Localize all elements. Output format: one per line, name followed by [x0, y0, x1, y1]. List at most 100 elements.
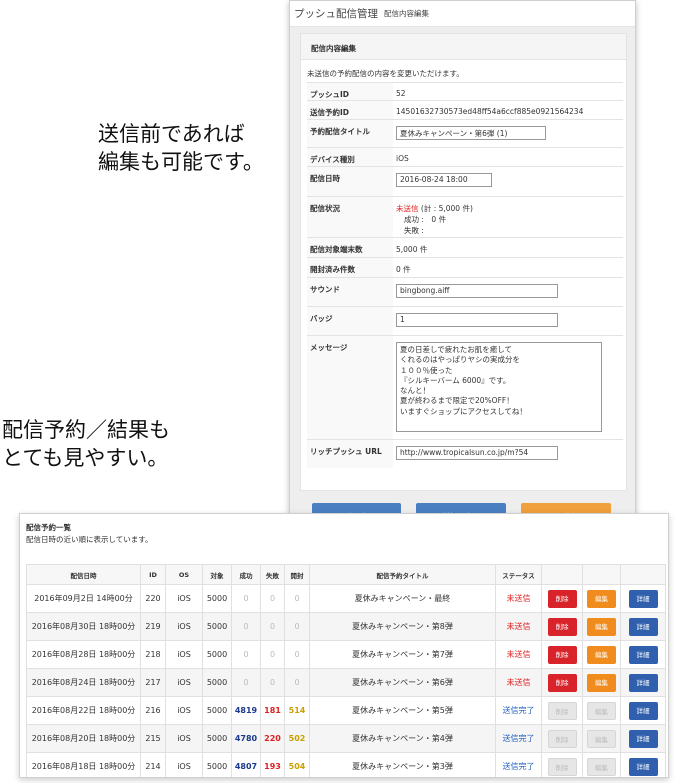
cell-os: iOS: [165, 724, 203, 753]
delete-button: 削除: [547, 757, 577, 776]
cell-action: 削除: [541, 668, 583, 697]
delete-button[interactable]: 削除: [547, 617, 577, 636]
detail-button[interactable]: 詳細: [628, 645, 658, 664]
table-row: 2016年08月22日 18時00分 216 iOS 5000 4819 181 514 夏休…: [26, 696, 666, 725]
cell-fail: 0: [260, 612, 285, 641]
table-row: 2016年08月24日 18時00分 217 iOS 5000 0 0 0 夏休みキャンペーン…: [26, 668, 666, 697]
cell-action: 削除: [541, 584, 583, 613]
list-window: 配信予約一覧 配信日時の近い順に表示しています。 配信日時 ID OS 対象 成…: [19, 513, 669, 778]
datetime-input[interactable]: 2016-08-24 18:00: [396, 173, 492, 187]
cell-success: 4819: [231, 696, 261, 725]
edit-button[interactable]: 編集: [587, 589, 616, 608]
cell-target: 5000: [202, 584, 232, 613]
detail-button[interactable]: 詳細: [628, 589, 658, 608]
cell-success: 4807: [231, 752, 261, 777]
message-line: １００％使った: [400, 365, 453, 375]
cell-action: 詳細: [620, 668, 666, 697]
cell-action: 詳細: [620, 724, 666, 753]
cell-action: 詳細: [620, 640, 666, 669]
cell-status: 未送信: [495, 612, 542, 641]
list-note: 配信日時の近い順に表示しています。: [26, 535, 153, 544]
push-title-input[interactable]: 夏休みキャンペーン・第6弾 (1): [396, 126, 546, 140]
cell-datetime: 2016年08月18日 18時00分: [26, 752, 141, 777]
cell-title: 夏休みキャンペーン・第7弾: [309, 640, 496, 669]
cell-status: 未送信: [495, 668, 542, 697]
cell-title: 夏休みキャンペーン・第5弾: [309, 696, 496, 725]
edit-window: プッシュ配信管理 配信内容編集 配信内容編集 未送信の予約配信の内容を変更いただ…: [289, 0, 636, 541]
edit-card: 配信内容編集 未送信の予約配信の内容を変更いただけます。 プッシュID 52 送…: [300, 33, 627, 491]
window-subtitle: 配信内容編集: [384, 9, 429, 18]
cell-os: iOS: [165, 640, 203, 669]
cell-fail: 0: [260, 640, 285, 669]
cell-fail: 0: [260, 668, 285, 697]
col-header: 成功: [231, 564, 261, 585]
label-datetime: 配信日時: [307, 166, 393, 197]
col-header: ID: [140, 564, 166, 585]
table-row: 2016年08月18日 18時00分 214 iOS 5000 4807 193 504 夏休…: [26, 752, 666, 777]
delete-button: 削除: [547, 729, 577, 748]
delete-button[interactable]: 削除: [547, 589, 577, 608]
message-line: いますぐショップにアクセスしてね！: [400, 406, 527, 416]
cell-action: 編集: [582, 612, 621, 641]
col-header: [582, 564, 621, 585]
message-textarea[interactable]: 夏の日差しで疲れたお肌を癒して くれるのはやっぱりヤシの実成分を １００％使った…: [396, 342, 602, 432]
cell-title: 夏休みキャンペーン・最終: [309, 584, 496, 613]
cell-action: 編集: [582, 640, 621, 669]
cell-open: 0: [284, 584, 310, 613]
value-opened: 0 件: [393, 257, 623, 278]
cell-action: 編集: [582, 724, 621, 753]
col-header: 対象: [202, 564, 232, 585]
edit-button[interactable]: 編集: [587, 645, 616, 664]
cell-fail: 181: [260, 696, 285, 725]
edit-button[interactable]: 編集: [587, 617, 616, 636]
cell-target: 5000: [202, 640, 232, 669]
label-rich-url: リッチプッシュ URL: [307, 439, 393, 468]
rich-url-input[interactable]: http://www.tropicalsun.co.jp/m?54: [396, 446, 558, 460]
cell-datetime: 2016年08月30日 18時00分: [26, 612, 141, 641]
table-row: 2016年09月2日 14時00分 220 iOS 5000 0 0 0 夏休みキャンペーン・…: [26, 584, 666, 613]
cell-datetime: 2016年08月28日 18時00分: [26, 640, 141, 669]
cell-action: 詳細: [620, 612, 666, 641]
cell-os: iOS: [165, 696, 203, 725]
delete-button[interactable]: 削除: [547, 645, 577, 664]
cell-success: 0: [231, 640, 261, 669]
cell-open: 514: [284, 696, 310, 725]
col-header: 配信予約タイトル: [309, 564, 496, 585]
badge-input[interactable]: 1: [396, 313, 558, 327]
cell-open: 0: [284, 612, 310, 641]
label-message: メッセージ: [307, 335, 393, 440]
detail-button[interactable]: 詳細: [628, 617, 658, 636]
cell-target: 5000: [202, 612, 232, 641]
detail-button[interactable]: 詳細: [628, 701, 658, 720]
cell-success: 4780: [231, 724, 261, 753]
cell-title: 夏休みキャンペーン・第4弾: [309, 724, 496, 753]
cell-success: 0: [231, 584, 261, 613]
cell-os: iOS: [165, 668, 203, 697]
edit-button[interactable]: 編集: [587, 673, 616, 692]
table-header-row: 配信日時 ID OS 対象 成功 失敗 開封 配信予約タイトル ステータス: [26, 564, 666, 585]
cell-datetime: 2016年08月24日 18時00分: [26, 668, 141, 697]
edit-button: 編集: [587, 701, 616, 720]
cell-status: 送信完了: [495, 752, 542, 777]
cell-id: 218: [140, 640, 166, 669]
sound-input[interactable]: bingbong.aiff: [396, 284, 558, 298]
col-header: 配信日時: [26, 564, 141, 585]
detail-button[interactable]: 詳細: [628, 673, 658, 692]
label-sound: サウンド: [307, 277, 393, 307]
cell-status: 未送信: [495, 584, 542, 613]
detail-button[interactable]: 詳細: [628, 729, 658, 748]
detail-button[interactable]: 詳細: [628, 757, 658, 776]
cell-open: 502: [284, 724, 310, 753]
cell-action: 編集: [582, 584, 621, 613]
cell-action: 編集: [582, 668, 621, 697]
cell-open: 504: [284, 752, 310, 777]
label-reserve-id: 送信予約ID: [307, 100, 393, 120]
cell-action: 編集: [582, 696, 621, 725]
cell-title: 夏休みキャンペーン・第3弾: [309, 752, 496, 777]
value-reserve-id: 14501632730573ed48ff54a6ccf885e092156423…: [393, 100, 623, 120]
label-device: デバイス種別: [307, 147, 393, 167]
delete-button[interactable]: 削除: [547, 673, 577, 692]
cell-id: 215: [140, 724, 166, 753]
cell-os: iOS: [165, 752, 203, 777]
cell-id: 220: [140, 584, 166, 613]
